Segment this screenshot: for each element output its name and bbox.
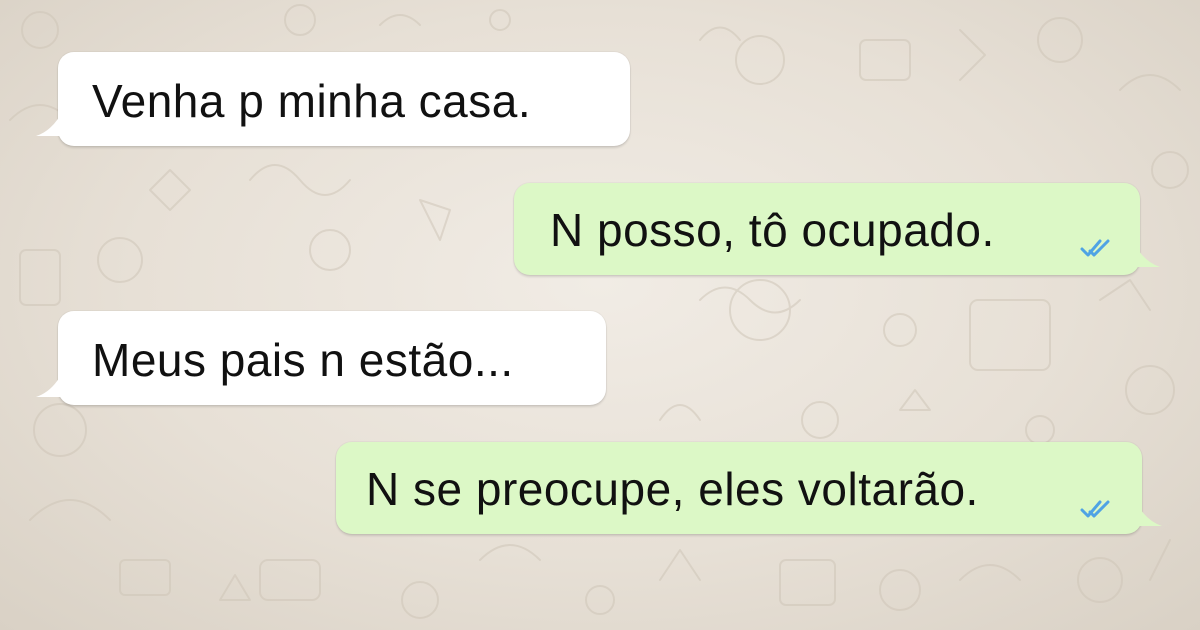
bubble-tail [1132,239,1160,267]
message-text: Meus pais n estão... [92,334,514,386]
message-text: N posso, tô ocupado. [550,204,995,256]
bubble-tail [1134,498,1162,526]
message-text: N se preocupe, eles voltarão. [366,463,979,515]
message-bubble-incoming[interactable]: Meus pais n estão... [36,311,606,405]
message-bubble-incoming[interactable]: Venha p minha casa. [36,52,630,146]
bubble-tail [36,108,64,136]
bubble-tail [36,369,64,397]
message-text: Venha p minha casa. [92,75,532,127]
double-check-icon [1080,500,1110,518]
chat-background: Venha p minha casa. N posso, tô ocupado.… [0,0,1200,630]
double-check-icon [1080,239,1110,257]
message-bubble-outgoing[interactable]: N posso, tô ocupado. [514,183,1160,275]
message-bubble-outgoing[interactable]: N se preocupe, eles voltarão. [336,442,1162,534]
